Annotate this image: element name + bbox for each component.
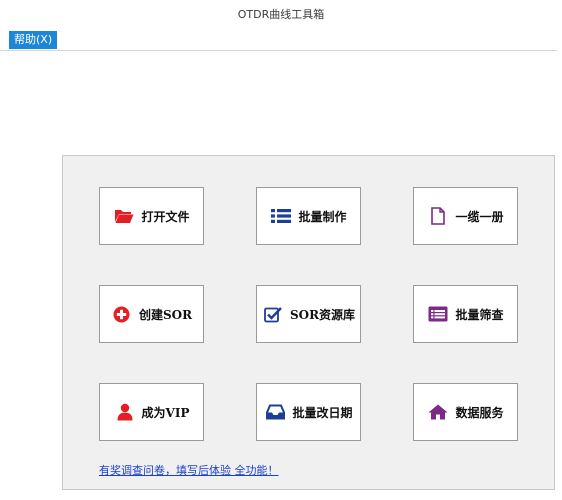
create-sor-label: 创建SOR (138, 307, 193, 322)
plus-circle-icon (111, 305, 133, 323)
list-icon (270, 207, 292, 225)
home-icon (427, 403, 449, 421)
become-vip-button[interactable]: 成为VIP (99, 383, 204, 441)
data-service-button[interactable]: 数据服务 (413, 383, 518, 441)
sor-library-button[interactable]: SOR资源库 (256, 285, 361, 343)
one-cable-one-book-label: 一缆一册 (455, 209, 504, 224)
card-list-icon (427, 305, 449, 323)
checkbox-icon (262, 305, 284, 323)
batch-change-date-button[interactable]: 批量改日期 (256, 383, 361, 441)
user-icon (114, 403, 136, 421)
feature-panel: 打开文件 批量制作 一缆一册 创建SOR SOR资源库 批量筛查 成为VIP 批… (62, 155, 555, 490)
batch-change-date-label: 批量改日期 (292, 405, 353, 420)
batch-screen-label: 批量筛查 (455, 307, 504, 322)
batch-make-button[interactable]: 批量制作 (256, 187, 361, 245)
one-cable-one-book-button[interactable]: 一缆一册 (413, 187, 518, 245)
window-title: OTDR曲线工具箱 (237, 8, 325, 21)
menu-help[interactable]: 帮助(X) (9, 31, 58, 49)
survey-link[interactable]: 有奖调查问卷，填写后体验 全功能！ (99, 462, 279, 478)
inbox-icon (264, 403, 286, 421)
batch-screen-button[interactable]: 批量筛查 (413, 285, 518, 343)
document-icon (427, 207, 449, 225)
folder-open-icon (113, 207, 135, 225)
sor-library-label: SOR资源库 (289, 307, 356, 322)
batch-make-label: 批量制作 (298, 209, 347, 224)
open-file-button[interactable]: 打开文件 (99, 187, 204, 245)
menu-bar: 帮助(X) (0, 30, 557, 51)
data-service-label: 数据服务 (455, 405, 504, 420)
open-file-label: 打开文件 (141, 209, 190, 224)
become-vip-label: 成为VIP (141, 405, 190, 420)
create-sor-button[interactable]: 创建SOR (99, 285, 204, 343)
